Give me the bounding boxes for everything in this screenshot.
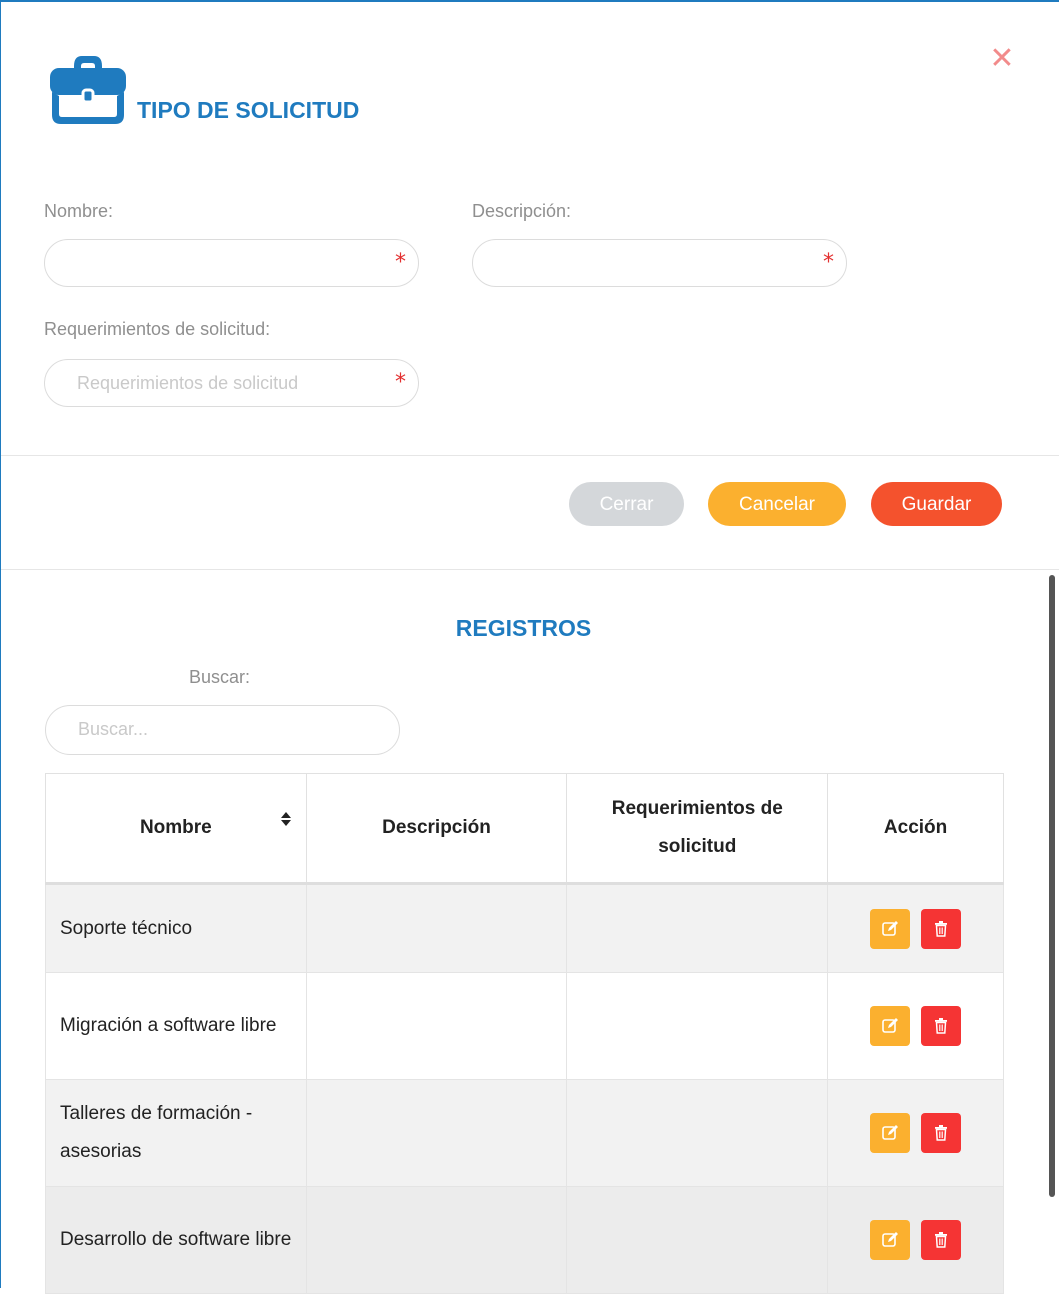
cell-descripcion bbox=[305, 883, 568, 973]
edit-button[interactable] bbox=[869, 1220, 910, 1260]
table-header-row: Nombre Descripción Requerimientos de sol… bbox=[45, 773, 1004, 885]
cell-requerimientos bbox=[566, 883, 829, 973]
cell-actions bbox=[827, 972, 1004, 1080]
section-divider bbox=[1, 569, 1059, 570]
cell-nombre: Migración a software libre bbox=[45, 972, 307, 1080]
trash-icon bbox=[935, 1125, 948, 1141]
table-row: Soporte técnico bbox=[45, 883, 1004, 973]
close-icon[interactable]: ✕ bbox=[989, 44, 1015, 74]
column-header-label: Descripción bbox=[382, 817, 491, 838]
table-row: Desarrollo de software libre bbox=[45, 1186, 1004, 1294]
edit-icon bbox=[882, 1018, 898, 1033]
delete-button[interactable] bbox=[921, 908, 962, 949]
modal-dialog: ✕ TIPO DE SOLICITUD Nombre: * Descripció… bbox=[1, 2, 1059, 1294]
sort-icon[interactable] bbox=[280, 810, 292, 828]
descripcion-label: Descripción: bbox=[472, 201, 572, 221]
requerimientos-label: Requerimientos de solicitud: bbox=[44, 319, 271, 339]
cell-actions bbox=[827, 1079, 1004, 1187]
trash-icon bbox=[935, 1018, 948, 1034]
column-header-requerimientos: Requerimientos de solicitud bbox=[566, 773, 829, 885]
cell-nombre: Soporte técnico bbox=[45, 883, 307, 973]
delete-button[interactable] bbox=[921, 1113, 962, 1153]
table-row: Migración a software libre bbox=[45, 972, 1004, 1080]
column-header-label: Acción bbox=[883, 817, 948, 838]
cell-nombre: Desarrollo de software libre bbox=[45, 1186, 307, 1294]
cancelar-button[interactable]: Cancelar bbox=[708, 482, 846, 526]
edit-button[interactable] bbox=[869, 908, 910, 949]
cerrar-button[interactable]: Cerrar bbox=[569, 482, 684, 526]
edit-button[interactable] bbox=[869, 1006, 910, 1046]
column-header-label: Requerimientos de solicitud bbox=[611, 798, 783, 857]
cell-descripcion bbox=[305, 1186, 568, 1294]
edit-icon bbox=[882, 1232, 898, 1247]
edit-button[interactable] bbox=[869, 1113, 910, 1153]
cell-requerimientos bbox=[566, 972, 829, 1080]
scrollbar-thumb[interactable] bbox=[1049, 575, 1055, 1197]
descripcion-field[interactable]: * bbox=[472, 239, 847, 287]
requerimientos-input[interactable] bbox=[77, 360, 377, 406]
cell-nombre: Talleres de formación - asesorias bbox=[45, 1079, 307, 1187]
descripcion-input[interactable] bbox=[505, 240, 805, 286]
registros-title: REGISTROS bbox=[455, 615, 592, 641]
guardar-button[interactable]: Guardar bbox=[871, 482, 1002, 526]
required-mark: * bbox=[823, 250, 834, 275]
column-header-accion: Acción bbox=[827, 773, 1004, 885]
cell-descripcion bbox=[305, 972, 568, 1080]
nombre-field[interactable]: * bbox=[44, 239, 419, 287]
records-table: Nombre Descripción Requerimientos de sol… bbox=[45, 773, 1004, 1294]
column-header-nombre[interactable]: Nombre bbox=[45, 773, 307, 885]
modal-title: TIPO DE SOLICITUD bbox=[137, 97, 360, 123]
edit-icon bbox=[882, 1125, 898, 1140]
delete-button[interactable] bbox=[921, 1006, 962, 1046]
trash-icon bbox=[935, 1232, 948, 1248]
table-row: Talleres de formación - asesorias bbox=[45, 1079, 1004, 1187]
nombre-input[interactable] bbox=[77, 240, 377, 286]
cell-descripcion bbox=[305, 1079, 568, 1187]
search-label: Buscar: bbox=[189, 667, 251, 687]
column-header-descripcion: Descripción bbox=[305, 773, 568, 885]
cell-requerimientos bbox=[566, 1079, 829, 1187]
footer-divider bbox=[1, 455, 1059, 456]
briefcase-icon bbox=[50, 56, 126, 124]
delete-button[interactable] bbox=[921, 1220, 962, 1260]
edit-icon bbox=[882, 920, 898, 936]
cell-actions bbox=[827, 1186, 1004, 1294]
required-mark: * bbox=[395, 250, 406, 275]
requerimientos-field[interactable]: * bbox=[44, 359, 419, 407]
cell-requerimientos bbox=[566, 1186, 829, 1294]
search-input[interactable] bbox=[78, 706, 378, 752]
column-header-label: Nombre bbox=[139, 817, 212, 838]
cell-actions bbox=[827, 883, 1004, 973]
search-field[interactable] bbox=[45, 705, 400, 755]
trash-icon bbox=[935, 920, 948, 937]
required-mark: * bbox=[395, 370, 406, 395]
nombre-label: Nombre: bbox=[44, 201, 114, 221]
